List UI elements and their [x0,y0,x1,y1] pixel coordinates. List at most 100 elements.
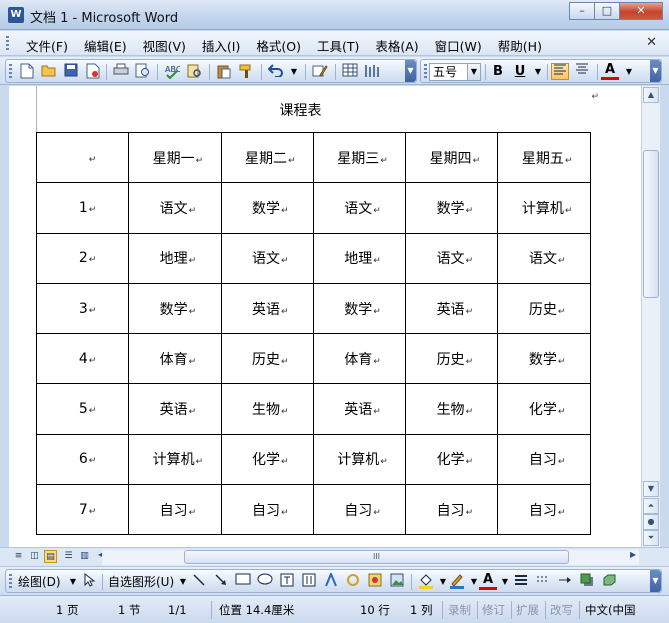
research-icon[interactable] [185,63,203,80]
select-objects-icon[interactable] [80,572,98,590]
status-track-changes[interactable]: 修订 [482,602,505,619]
table-row-number-cell[interactable]: 5↵ [35,383,130,435]
chevron-down-icon[interactable]: ▼ [467,64,480,80]
rectangle-tool-icon[interactable] [234,573,252,590]
table-row-number-cell[interactable]: ↵ [35,131,130,184]
draw-menu-button[interactable]: 绘图(D) [18,573,61,590]
toolbar-options-icon[interactable]: ▼ [650,60,661,82]
table-cell[interactable]: 星期五↵ [497,131,591,184]
undo-dropdown-icon[interactable]: ▼ [285,63,303,80]
line-style-icon[interactable] [512,573,530,590]
print-icon[interactable] [112,63,130,80]
table-cell[interactable]: 历史↵ [497,282,591,335]
toolbar-options-icon[interactable]: ▼ [650,570,661,592]
table-cell[interactable]: 数学↵ [220,182,314,234]
permission-icon[interactable] [84,63,102,80]
table-cell[interactable]: 语文↵ [220,232,314,284]
table-cell[interactable]: 生物↵ [220,383,314,435]
arrow-tool-icon[interactable] [212,573,230,590]
menu-edit[interactable]: 编辑(E) [76,35,135,56]
table-cell[interactable]: 计算机↵ [312,433,407,486]
table-cell[interactable]: 英语↵ [405,282,499,335]
draw-font-color-button[interactable]: A [479,573,497,590]
document-page[interactable]: 课程表 ↵ ↵ 星期一↵ 星期二↵ 星期三↵ 星期四↵ 星期五↵ 1↵ 语文↵ 数学↵ 语文↵ 数学… [9,86,641,547]
vertical-text-box-icon[interactable] [300,573,318,590]
table-cell[interactable]: 数学↵ [497,333,591,385]
status-extend-selection[interactable]: 扩展 [516,602,539,619]
table-cell[interactable]: 自习↵ [497,433,591,486]
line-color-icon[interactable] [448,573,466,590]
table-cell[interactable]: 体育↵ [128,333,222,385]
table-cell[interactable]: 计算机↵ [497,182,591,234]
fill-color-icon[interactable] [417,573,435,590]
diagram-icon[interactable] [344,573,362,590]
spelling-icon[interactable]: ABC [163,63,182,80]
table-row-number-cell[interactable]: 7↵ [35,484,130,536]
menu-table[interactable]: 表格(A) [367,35,426,56]
vertical-scrollbar[interactable]: ▲ ▼ ⏶ ● ⏷ [641,86,660,547]
align-center-button[interactable] [573,63,591,80]
table-cell[interactable]: 计算机↵ [128,433,222,486]
table-cell[interactable]: 自习↵ [405,484,499,536]
close-document-button[interactable]: ✕ [646,35,657,50]
toolbar-grip-handle[interactable] [9,574,12,589]
table-cell[interactable]: 地理↵ [128,232,222,284]
horizontal-scroll-track[interactable]: III [102,550,639,565]
font-size-select[interactable]: 五号 ▼ [429,63,481,81]
insert-picture-icon[interactable] [388,573,406,590]
menu-tools[interactable]: 工具(T) [309,35,367,56]
table-cell[interactable]: 语文↵ [312,182,407,234]
font-color-button[interactable]: A [601,63,619,80]
table-cell[interactable]: 地理↵ [312,232,407,284]
print-layout-view-icon[interactable]: ▤ [44,550,57,563]
document-heading[interactable]: 课程表 [9,100,592,120]
toolbar-grip-handle[interactable] [9,64,12,79]
dash-style-icon[interactable] [534,573,552,590]
table-cell[interactable]: 自习↵ [220,484,314,536]
undo-icon[interactable] [267,63,285,80]
align-left-button[interactable] [551,63,569,80]
status-language[interactable]: 中文(中国 [585,602,636,619]
menu-view[interactable]: 视图(V) [135,35,194,56]
format-painter-icon[interactable] [237,63,255,80]
table-cell[interactable]: 化学↵ [220,433,314,486]
underline-button[interactable]: U [511,63,529,80]
maximize-button[interactable]: □ [594,2,620,20]
close-button[interactable]: ✕ [619,2,663,20]
table-cell[interactable]: 生物↵ [405,383,499,435]
web-layout-view-icon[interactable]: ◫ [28,550,41,563]
table-cell[interactable]: 星期二↵ [220,131,314,184]
previous-page-icon[interactable]: ⏶ [643,498,659,514]
table-cell[interactable]: 数学↵ [312,282,407,335]
new-document-icon[interactable] [18,63,36,80]
scroll-up-icon[interactable]: ▲ [643,87,659,103]
line-tool-icon[interactable] [190,573,208,590]
minimize-button[interactable]: – [569,2,595,20]
table-cell[interactable]: 自习↵ [128,484,222,536]
select-browse-object-icon[interactable]: ● [643,514,659,530]
horizontal-scroll-thumb[interactable]: III [184,550,569,564]
save-icon[interactable] [62,63,80,80]
table-row-number-cell[interactable]: 1↵ [35,182,130,234]
table-cell[interactable]: 化学↵ [405,433,499,486]
table-cell[interactable]: 自习↵ [312,484,407,536]
table-cell[interactable]: 语文↵ [128,182,222,234]
menu-window[interactable]: 窗口(W) [427,35,490,56]
table-row-number-cell[interactable]: 6↵ [35,433,130,486]
open-folder-icon[interactable] [40,63,58,80]
oval-tool-icon[interactable] [256,573,274,590]
table-row-number-cell[interactable]: 3↵ [35,282,130,335]
scroll-right-icon[interactable]: ▶ [630,550,636,559]
table-row-number-cell[interactable]: 4↵ [35,333,130,385]
scroll-down-icon[interactable]: ▼ [643,481,659,497]
paste-icon[interactable] [215,63,233,80]
table-cell[interactable]: 历史↵ [220,333,314,385]
word-app-icon[interactable]: W [8,7,24,23]
status-overtype[interactable]: 改写 [550,602,573,619]
toolbar-grip-handle[interactable] [424,64,427,79]
table-cell[interactable]: 英语↵ [220,282,314,335]
menu-insert[interactable]: 插入(I) [194,35,248,56]
font-color-dropdown-icon[interactable]: ▼ [620,63,638,80]
toolbar-options-icon[interactable]: ▼ [405,60,416,82]
print-preview-icon[interactable] [134,63,152,80]
